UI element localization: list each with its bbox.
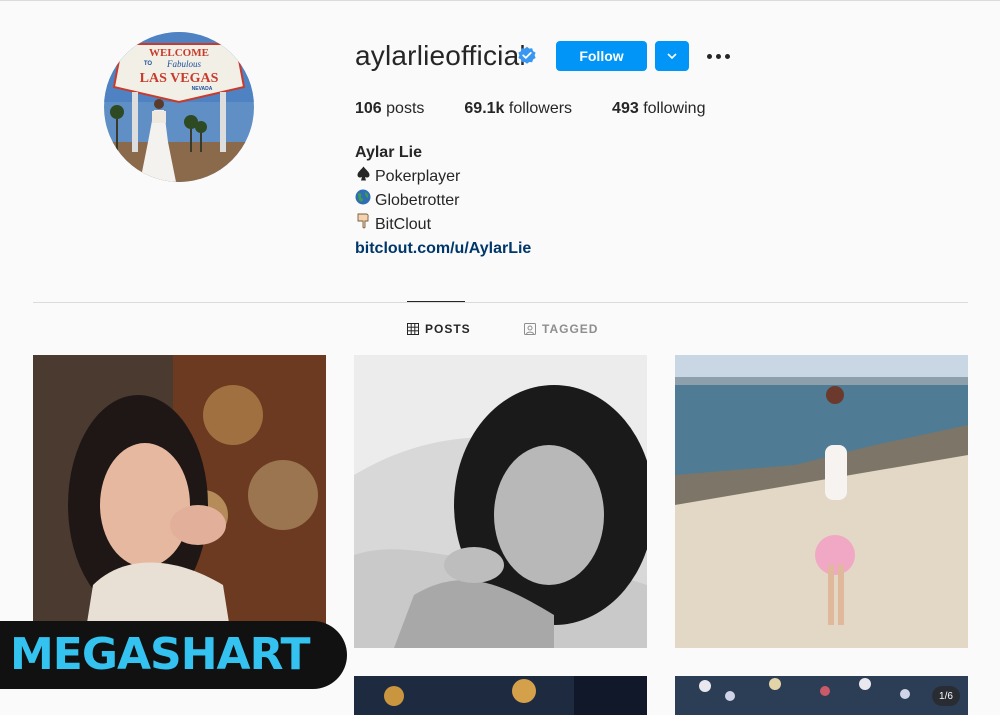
grid-icon (407, 323, 419, 335)
suggested-dropdown-button[interactable] (655, 41, 689, 71)
followers-label: followers (508, 100, 573, 117)
top-border (0, 0, 1000, 1)
avatar-sign-to: TO (144, 61, 153, 67)
posts-label: posts (386, 100, 425, 117)
tab-tagged[interactable]: TAGGED (524, 322, 598, 336)
following-stat[interactable]: 493 following (612, 100, 705, 118)
pointing-hand-icon (355, 213, 371, 237)
avatar-sign-city: LAS VEGAS (140, 71, 219, 86)
profile-bio: Aylar Lie Pokerplayer Globetrotter BitCl… (355, 141, 531, 261)
avatar-sign-state: NEVADA (192, 86, 213, 92)
bio-line-text: Pokerplayer (375, 168, 461, 185)
carousel-count-badge: 1/6 (932, 686, 960, 706)
watermark-text: MEGASHART (10, 629, 310, 680)
following-label: following (643, 100, 706, 117)
tag-icon (524, 323, 536, 335)
spade-icon (355, 165, 371, 189)
post-tile-1[interactable] (33, 355, 326, 648)
globe-icon (355, 189, 371, 213)
watermark-logo: MEGASHART (0, 621, 347, 689)
profile-avatar[interactable]: WELCOME Fabulous LAS VEGAS NEVADA TO (104, 32, 254, 182)
profile-username: aylarlieofficial (355, 40, 526, 71)
bio-line-text: BitClout (375, 216, 432, 233)
post-tile-3[interactable] (675, 355, 968, 648)
avatar-sign-fabulous: Fabulous (166, 59, 201, 69)
tab-posts[interactable]: POSTS (407, 322, 471, 336)
bio-line-3: BitClout (355, 213, 531, 237)
bio-line-1: Pokerplayer (355, 165, 531, 189)
posts-stat: 106 posts (355, 100, 424, 118)
verified-badge-icon (517, 46, 537, 66)
chevron-down-icon (667, 53, 677, 60)
followers-stat[interactable]: 69.1k followers (464, 100, 572, 118)
tabs-divider (33, 302, 968, 303)
follow-button[interactable]: Follow (556, 41, 647, 71)
profile-stats: 106 posts 69.1k followers 493 following (355, 100, 745, 118)
posts-count: 106 (355, 100, 382, 117)
following-count: 493 (612, 100, 639, 117)
bio-line-text: Globetrotter (375, 192, 460, 209)
active-tab-indicator (407, 301, 465, 302)
tab-label: TAGGED (542, 322, 599, 336)
more-options-icon[interactable] (704, 44, 732, 68)
tab-label: POSTS (425, 322, 471, 336)
post-tile-5[interactable] (354, 676, 647, 715)
bio-website-link[interactable]: bitclout.com/u/AylarLie (355, 237, 531, 261)
bio-line-2: Globetrotter (355, 189, 531, 213)
avatar-sign-welcome: WELCOME (149, 47, 209, 59)
followers-count: 69.1k (464, 100, 505, 117)
post-tile-2[interactable] (354, 355, 647, 648)
profile-full-name: Aylar Lie (355, 144, 422, 161)
post-tile-6[interactable] (675, 676, 968, 715)
